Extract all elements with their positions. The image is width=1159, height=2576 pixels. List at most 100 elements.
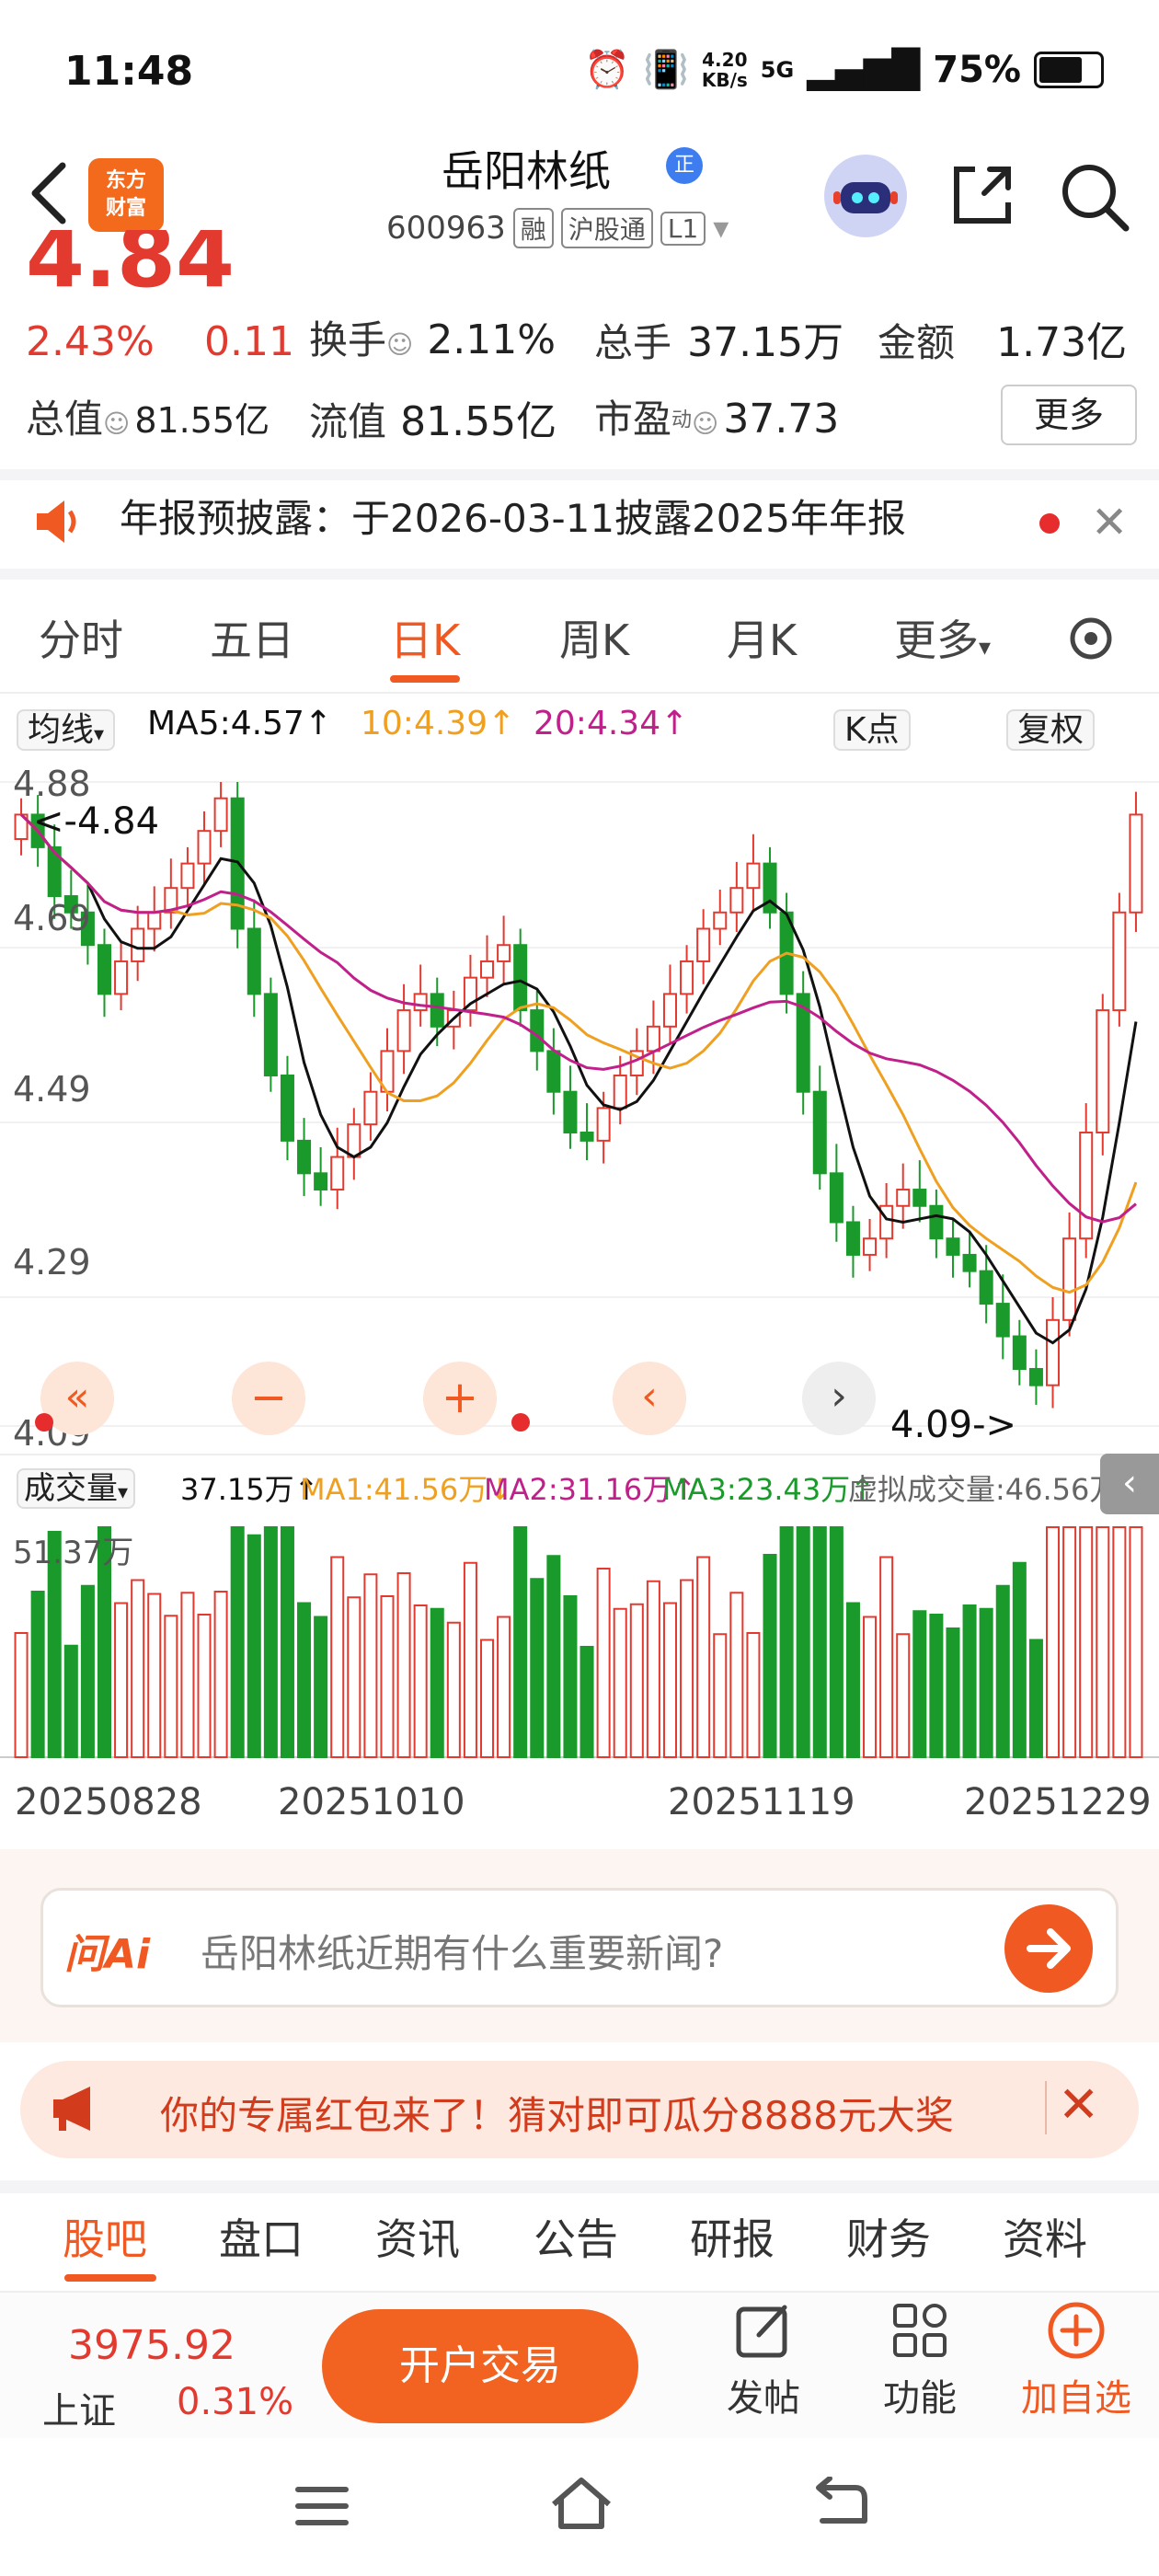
function-button[interactable]: 功能	[855, 2300, 984, 2421]
candle-body	[114, 960, 129, 995]
date-label-2: 20251010	[278, 1781, 465, 1823]
volume-bar	[230, 1526, 245, 1758]
candle-body	[979, 1270, 993, 1305]
volume-bar	[796, 1526, 810, 1758]
settings-icon[interactable]	[1063, 611, 1119, 670]
ma20-value: 20:4.34↑	[534, 705, 689, 742]
candle-body	[1012, 1335, 1027, 1370]
add-watchlist-button[interactable]: 加自选	[1012, 2300, 1141, 2421]
tab-five-day[interactable]: 五日	[210, 607, 294, 668]
share-icon[interactable]	[947, 160, 1017, 230]
candle-body	[1046, 1318, 1061, 1386]
verified-badge: 正	[666, 147, 703, 184]
volume-bar	[497, 1616, 511, 1758]
amount-item: 金额 1.73亿	[878, 319, 1128, 366]
volume-bar	[1096, 1526, 1110, 1758]
tab-weekly-k[interactable]: 周K	[559, 607, 629, 668]
candle-body	[729, 887, 744, 914]
volume-chart[interactable]	[0, 1509, 1159, 1776]
candle-body	[613, 1074, 627, 1110]
volume-selector[interactable]: 成交量▾	[17, 1463, 136, 1509]
status-time: 11:48	[64, 48, 194, 95]
candle-body	[47, 845, 62, 898]
tab-guba[interactable]: 股吧	[63, 2206, 147, 2267]
date-label-4: 20251229	[964, 1781, 1152, 1823]
candle-body	[845, 1221, 860, 1256]
active-tab-indicator	[64, 2274, 156, 2282]
candle-body	[680, 960, 694, 995]
back-nav-icon[interactable]	[809, 2476, 868, 2536]
tab-daily-k[interactable]: 日K	[390, 607, 460, 668]
ai-send-button[interactable]	[1004, 1904, 1093, 1993]
volume-bar	[596, 1568, 611, 1758]
menu-icon[interactable]	[293, 2480, 351, 2536]
search-icon[interactable]	[1058, 160, 1131, 234]
tab-profile[interactable]: 资料	[1003, 2206, 1087, 2267]
index-value[interactable]: 3975.92	[68, 2322, 235, 2369]
k-point-button[interactable]: K点	[833, 703, 911, 751]
candle-body	[97, 944, 111, 995]
volume-bar	[580, 1646, 594, 1758]
volume-item: 总手 37.15万	[594, 319, 844, 366]
close-icon[interactable]: ✕	[1091, 497, 1128, 548]
stock-code-row[interactable]: 600963 融 沪股通 L1 ▾	[386, 208, 729, 248]
volume-bar	[546, 1555, 561, 1758]
ma10-value: 10:4.39↑	[361, 705, 516, 742]
volume-bar	[863, 1616, 878, 1758]
candle-body	[430, 993, 444, 1028]
index-change[interactable]: 0.31%	[177, 2381, 293, 2423]
volume-bar	[896, 1633, 911, 1758]
ai-prompt[interactable]: 岳阳林纸近期有什么重要新闻?	[201, 1923, 723, 1979]
volume-bar	[962, 1604, 977, 1758]
volume-bar	[314, 1616, 328, 1758]
tab-announcements[interactable]: 公告	[534, 2206, 618, 2267]
volume-bar	[946, 1627, 960, 1758]
open-account-trade-button[interactable]: 开户交易	[322, 2309, 638, 2423]
zoom-out-button[interactable]: −	[232, 1362, 305, 1435]
tab-more[interactable]: 更多▾	[894, 607, 991, 668]
volume-bar	[746, 1632, 761, 1758]
collapse-panel-button[interactable]: ‹	[1100, 1454, 1159, 1514]
divider	[0, 692, 1159, 694]
back-button[interactable]	[22, 156, 77, 230]
volume-bar	[1129, 1526, 1143, 1758]
candle-body	[363, 1090, 378, 1126]
volume-bar	[845, 1602, 860, 1758]
tab-monthly-k[interactable]: 月K	[727, 607, 797, 668]
y-label-mid3: 4.29	[13, 1242, 91, 1282]
market-cap-item: 总值☺ 81.55亿	[26, 397, 270, 442]
info-icon: ☺	[692, 408, 719, 439]
candle-body	[946, 1237, 960, 1256]
volume-bar	[729, 1592, 744, 1758]
ma-selector[interactable]: 均线▾	[17, 703, 116, 751]
tab-finance[interactable]: 财务	[846, 2206, 931, 2267]
adjust-button[interactable]: 复权	[1006, 703, 1096, 751]
home-icon[interactable]	[548, 2475, 614, 2537]
more-quote-button[interactable]: 更多	[1001, 385, 1137, 445]
event-dot[interactable]	[511, 1413, 530, 1432]
tab-pankou[interactable]: 盘口	[219, 2206, 304, 2267]
volume-bar	[662, 1602, 677, 1758]
volume-bar	[680, 1579, 694, 1758]
candle-body	[896, 1189, 911, 1207]
zoom-in-button[interactable]: +	[423, 1362, 497, 1435]
level-tag: L1	[660, 211, 706, 246]
volume-bar	[413, 1604, 428, 1758]
plus-circle-icon	[1048, 2302, 1105, 2359]
tab-news[interactable]: 资讯	[375, 2206, 460, 2267]
tab-intraday[interactable]: 分时	[39, 607, 123, 668]
kline-chart[interactable]	[0, 754, 1159, 1454]
close-icon[interactable]: ✕	[1058, 2076, 1099, 2133]
volume-bar	[829, 1526, 843, 1758]
scroll-right-button[interactable]: ›	[802, 1362, 876, 1435]
assistant-robot-icon[interactable]	[824, 155, 907, 237]
post-button[interactable]: 发帖	[699, 2300, 828, 2421]
margin-tag: 融	[512, 208, 554, 248]
candle-body	[879, 1204, 894, 1240]
candle-body	[280, 1074, 294, 1142]
event-dot[interactable]	[35, 1413, 53, 1432]
candle-body	[662, 993, 677, 1028]
scroll-left-button[interactable]: ‹	[613, 1362, 686, 1435]
index-name[interactable]: 上证	[42, 2381, 116, 2434]
tab-research[interactable]: 研报	[690, 2206, 775, 2267]
